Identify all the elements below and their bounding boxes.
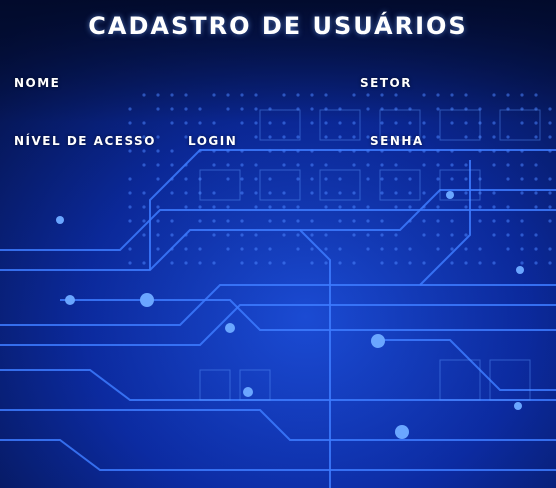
setor-input[interactable] (360, 96, 544, 118)
setor-label: Setor (360, 76, 412, 90)
nivel-acesso-label: Nível de Acesso (14, 134, 156, 148)
circuit-board-background (0, 0, 556, 488)
login-input[interactable] (188, 154, 362, 176)
login-label: Login (188, 134, 238, 148)
senha-label: Senha (370, 134, 424, 148)
senha-input[interactable] (370, 154, 544, 176)
nome-input[interactable] (14, 96, 338, 118)
nivel-acesso-input[interactable] (14, 154, 178, 176)
nome-label: Nome (14, 76, 61, 90)
page-title: Cadastro de Usuários (88, 12, 468, 40)
